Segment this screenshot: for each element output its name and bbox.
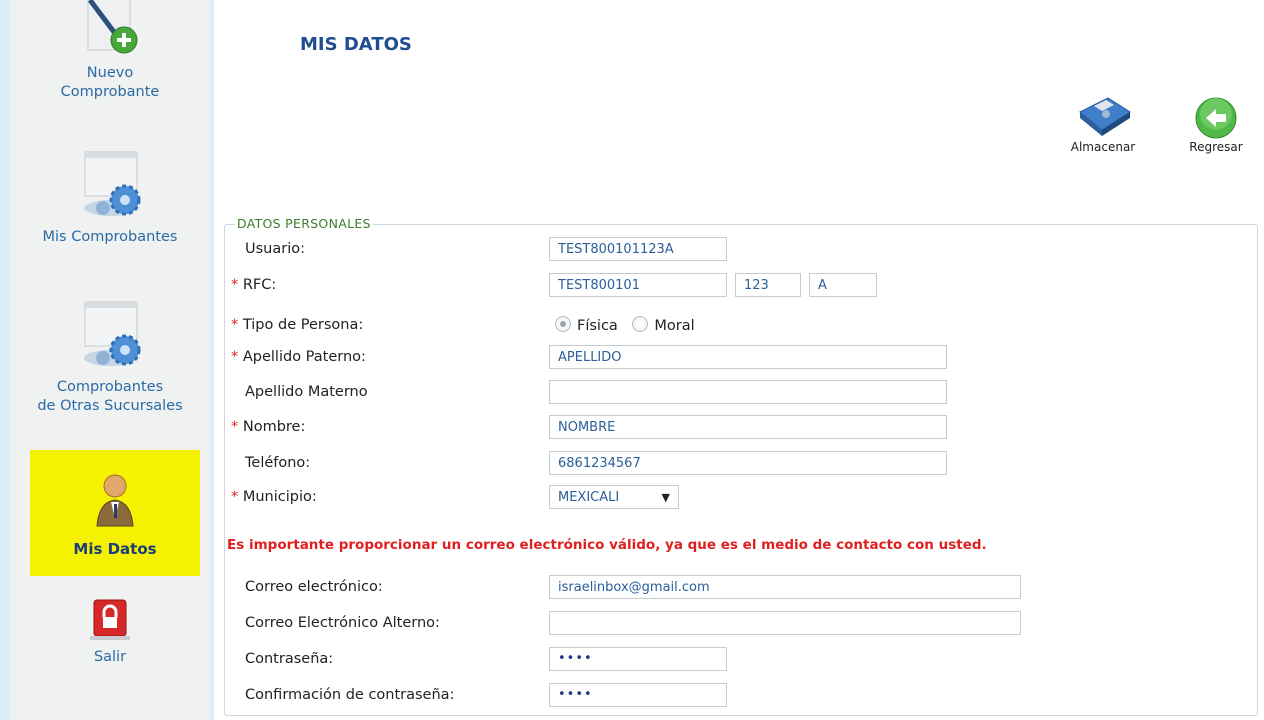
page-title: MIS DATOS [300,34,412,55]
tipo-persona-radios: Física Moral [555,316,695,334]
nombre-field[interactable] [549,415,947,439]
back-arrow-icon [1195,97,1237,139]
nav-mis-datos[interactable]: Mis Datos [30,450,200,576]
confirm-password-label: Confirmación de contraseña: [245,687,455,703]
radio-fisica[interactable] [555,316,571,332]
save-button[interactable]: Almacenar [1060,88,1146,154]
datos-personales-fieldset: DATOS PERSONALES Usuario: * RFC: * Tipo … [224,216,1258,716]
floppy-disk-icon [1079,97,1131,136]
row-usuario: Usuario: [231,237,1231,261]
row-correo: Correo electrónico: [231,575,1231,599]
apellido-paterno-label: * Apellido Paterno: [231,349,366,365]
row-tipo-persona: * Tipo de Persona: Física Moral [231,313,1231,337]
usuario-label: Usuario: [245,241,305,257]
nav-nuevo-comprobante[interactable]: Nuevo Comprobante [10,0,210,102]
correo-alterno-label: Correo Electrónico Alterno: [245,615,440,631]
password-label: Contraseña: [245,651,334,667]
rfc-field-1[interactable] [549,273,727,297]
fieldset-legend: DATOS PERSONALES [235,216,373,231]
rfc-field-2[interactable] [735,273,801,297]
row-telefono: Teléfono: [231,451,1231,475]
documents-gear-icon [84,151,141,216]
chevron-down-icon: ▼ [661,491,670,504]
telefono-field[interactable] [549,451,947,475]
radio-fisica-label: Física [577,318,618,334]
nav-otras-sucursales[interactable]: Comprobantes de Otras Sucursales [10,298,210,416]
rfc-label: * RFC: [231,277,277,293]
nav-salir-label: Salir [93,649,127,665]
correo-label: Correo electrónico: [245,579,383,595]
row-nombre: * Nombre: [231,415,1231,439]
lock-exit-icon [90,599,130,640]
row-municipio: * Municipio: MEXICALI ▼ [231,485,1231,509]
new-document-icon [87,0,138,54]
telefono-label: Teléfono: [245,455,311,471]
tipo-persona-label: * Tipo de Persona: [231,317,364,333]
confirm-password-field[interactable]: •••• [549,683,727,707]
sidebar: Nuevo Comprobante Mis Comprobantes Compr… [10,0,210,720]
apellido-materno-field[interactable] [549,380,947,404]
apellido-paterno-field[interactable] [549,345,947,369]
row-correo-alterno: Correo Electrónico Alterno: [231,611,1231,635]
municipio-select[interactable]: MEXICALI ▼ [549,485,679,509]
alternate-email-field[interactable] [549,611,1021,635]
radio-moral[interactable] [632,316,649,332]
nav-nuevo-label-1: Nuevo [86,65,134,81]
nav-datos-label: Mis Datos [73,540,157,558]
nombre-label: * Nombre: [231,419,306,435]
nav-mis-comprobantes[interactable]: Mis Comprobantes [10,148,210,247]
nav-mis-label: Mis Comprobantes [42,229,178,245]
row-apellido-paterno: * Apellido Paterno: [231,345,1231,369]
nav-salir[interactable]: Salir [10,598,210,667]
row-password: Contraseña: •••• [231,647,1231,671]
municipio-value: MEXICALI [558,490,620,505]
main-content: MIS DATOS Almacenar Regresar DATOS PERSO… [214,0,1264,720]
nav-otras-label-2: de Otras Sucursales [37,398,183,414]
radio-moral-label: Moral [654,318,695,334]
row-rfc: * RFC: [231,273,1231,297]
municipio-label: * Municipio: [231,489,317,505]
usuario-field[interactable] [549,237,727,261]
back-button[interactable]: Regresar [1176,88,1256,154]
nav-otras-label-1: Comprobantes [56,379,164,395]
email-notice: Es importante proporcionar un correo ele… [227,537,987,553]
row-apellido-materno: Apellido Materno [231,380,1231,404]
apellido-materno-label: Apellido Materno [245,384,368,400]
documents-gear-icon-2 [84,301,141,366]
password-field[interactable]: •••• [549,647,727,671]
user-icon [96,474,134,527]
rfc-field-3[interactable] [809,273,877,297]
email-field[interactable] [549,575,1021,599]
row-confirm-password: Confirmación de contraseña: •••• [231,683,1231,707]
nav-nuevo-label-2: Comprobante [60,84,160,100]
